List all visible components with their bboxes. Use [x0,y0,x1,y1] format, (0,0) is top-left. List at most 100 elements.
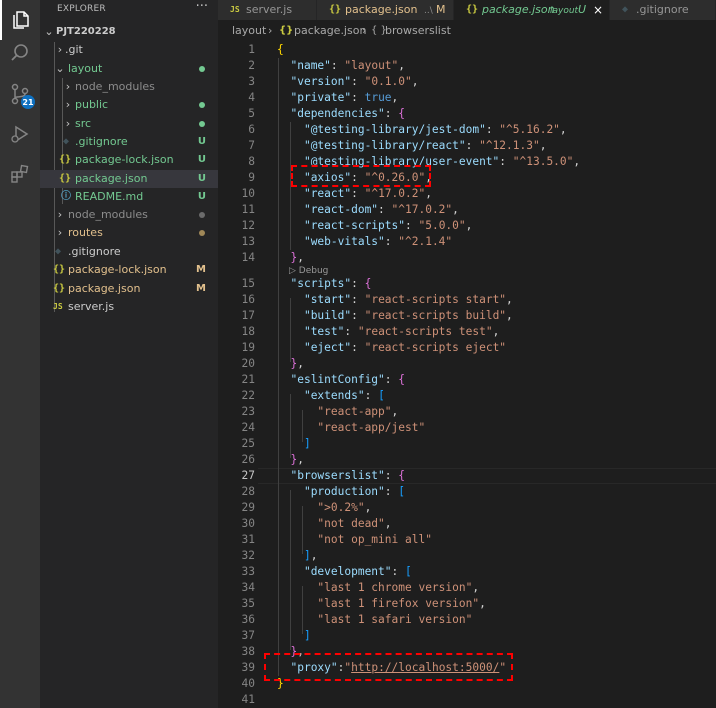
tree-item-node-modules-folder[interactable]: › node_modules [40,206,218,224]
explorer-sidebar: EXPLORER ··· ⌄ PJT220228 › .git ⌄ layout… [40,0,218,708]
tree-item-gitignore-file[interactable]: ◆ .gitignore [40,243,218,261]
line-number: 34 [241,581,255,594]
more-actions-icon[interactable]: ··· [196,0,208,14]
code-line: { [277,43,284,56]
breadcrumb-separator: › [268,24,273,37]
breadcrumb: layout › {} package.json › { } browsersl… [218,20,716,42]
code-line: "extends": [ [303,389,385,402]
chevron-right-icon: › [65,117,71,130]
code-line: ], [303,549,318,562]
code-line: "eslintConfig": { [290,373,406,386]
tab-label: package.json [482,3,555,16]
json-file-icon: {} [329,4,342,15]
code-line: "version": "0.1.0", [290,75,419,88]
line-number-current: 27 [241,469,255,482]
source-control-icon[interactable]: 21 [0,74,40,114]
tree-item-node-modules-folder[interactable]: › node_modules [40,78,218,96]
json-file-icon: {} [279,25,294,36]
tree-item-package-lock-file[interactable]: {} package-lock.json U [40,151,218,169]
code-line: "build": "react-scripts build", [303,309,513,322]
untracked-badge: U [197,173,206,184]
code-line: "last 1 chrome version", [317,581,480,594]
tab-label: .gitignore [636,3,689,16]
tree-item-package-json-file[interactable]: {} package.json M [40,280,218,298]
line-number: 9 [248,171,255,184]
line-number: 37 [241,629,255,642]
modified-dot-icon [199,230,205,236]
tree-item-label: README.md [75,190,144,203]
json-file-icon: {} [53,264,66,275]
close-tab-icon[interactable]: × [593,0,603,20]
tree-item-package-json-file[interactable]: {} package.json U [40,170,218,188]
code-line: "development": [ [303,565,412,578]
breadcrumb-symbol[interactable]: browserslist [385,20,451,42]
tree-item-git-folder[interactable]: › .git [40,41,218,59]
tree-item-server-js-file[interactable]: JS server.js [40,298,218,316]
extensions-icon[interactable] [0,154,40,194]
info-icon: ⓘ [61,191,71,202]
line-number: 5 [248,107,255,120]
json-file-icon: {} [59,154,72,165]
tab-untracked-badge: U [578,3,587,16]
code-line: "react-scripts": "5.0.0", [303,219,473,232]
tab-description: layout [550,6,579,16]
modified-badge: M [196,283,206,294]
tree-item-src-folder[interactable]: › src [40,115,218,133]
line-number: 36 [241,613,255,626]
code-line: "@testing-library/react": "^12.1.3", [303,139,547,152]
tab-label: package.json [345,3,418,16]
untracked-dot-icon [199,121,205,127]
tree-item-package-lock-file[interactable]: {} package-lock.json M [40,261,218,279]
line-number: 18 [241,325,255,338]
tree-item-label: server.js [68,300,115,313]
json-file-icon: {} [466,4,479,15]
tree-item-label: layout [68,62,103,75]
code-line-current: "browserslist": { [290,469,406,482]
code-line: "react-dom": "^17.0.2", [303,203,459,216]
breadcrumb-file[interactable]: package.json [294,20,366,42]
code-line: "name": "layout", [290,59,406,72]
tab-package-json-layout[interactable]: {} package.json layout U × [454,0,610,20]
tab-description: ..\ [424,6,433,16]
chevron-right-icon: › [65,80,71,93]
explorer-header: EXPLORER ··· [40,0,218,18]
tree-item-label: public [75,98,109,111]
untracked-badge: U [197,191,206,202]
line-number: 38 [241,645,255,658]
code-line: "react": "^17.0.2", [303,187,432,200]
tree-item-label: .gitignore [75,135,128,148]
tab-package-json-root[interactable]: {} package.json ..\ M [317,0,454,20]
line-number: 6 [248,123,255,136]
code-line: "private": true, [290,91,399,104]
tree-item-label: .git [65,43,83,56]
chevron-right-icon: › [57,43,63,56]
run-debug-icon[interactable] [0,114,40,154]
line-number: 13 [241,235,255,248]
tree-item-label: package.json [75,172,148,185]
code-line: "not dead", [317,517,392,530]
git-file-icon: ◆ [622,4,629,15]
tree-item-gitignore-file[interactable]: ◆ .gitignore U [40,133,218,151]
git-file-icon: ◆ [55,246,62,257]
code-line: "start": "react-scripts start", [303,293,513,306]
tree-item-public-folder[interactable]: › public [40,96,218,114]
search-icon[interactable] [0,33,40,73]
breadcrumb-folder[interactable]: layout [232,20,266,42]
code-line: }, [290,453,304,466]
tree-item-label: node_modules [68,208,148,221]
code-line: "scripts": { [290,277,372,290]
chevron-right-icon: › [65,98,71,111]
code-editor[interactable]: 1 2 3 4 5 6 7 8 9 10 11 12 13 14 15 16 1… [218,42,716,708]
tree-item-readme-file[interactable]: ⓘ README.md U [40,188,218,206]
code-line: "test": "react-scripts test", [303,325,500,338]
code-line: ">0.2%", [317,501,372,514]
tree-item-layout-folder[interactable]: ⌄ layout [40,60,218,78]
breadcrumb-separator: › [362,24,367,37]
tree-root-folder[interactable]: ⌄ PJT220228 [40,23,218,41]
line-number: 20 [241,357,255,370]
tab-gitignore[interactable]: ◆ .gitignore [610,0,716,20]
tree-item-routes-folder[interactable]: › routes [40,224,218,242]
chevron-right-icon: › [57,226,63,239]
tab-server-js[interactable]: JS server.js [218,0,317,20]
line-number: 17 [241,309,255,322]
